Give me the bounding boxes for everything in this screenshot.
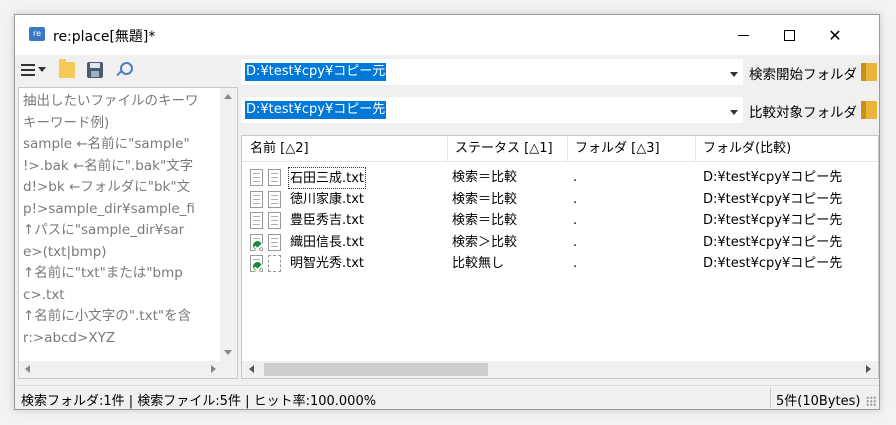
- file-name: 石田三成.txt: [288, 167, 367, 189]
- search-folder-button[interactable]: 検索開始フォルダ: [749, 63, 857, 83]
- file-compare-folder: D:¥test¥cpy¥コピー先: [703, 234, 843, 250]
- file-folder: .: [573, 234, 578, 250]
- hamburger-menu-icon[interactable]: [21, 64, 35, 82]
- status-summary: 検索フォルダ:1件 | 検索ファイル:5件 | ヒット率:100.000%: [21, 394, 377, 409]
- file-compare-folder: D:¥test¥cpy¥コピー先: [703, 191, 843, 207]
- file-compare-folder: D:¥test¥cpy¥コピー先: [703, 170, 843, 185]
- keyword-line: p!>sample_dir¥sample_fi: [23, 200, 195, 217]
- keyword-line: sample ←名前に"sample": [23, 136, 190, 152]
- table-row[interactable]: 織田信長.txt 検索＞比較. D:¥test¥cpy¥コピー先: [242, 232, 878, 254]
- keyword-editor[interactable]: 抽出したいファイルのキーワ キーワード例) sample ←名前に"sample"!…: [18, 87, 238, 379]
- compare-folder-button[interactable]: 比較対象フォルダ: [749, 101, 857, 121]
- keyword-line: キーワード例): [23, 114, 110, 131]
- scroll-corner: [220, 361, 237, 378]
- chevron-down-icon[interactable]: [730, 110, 738, 115]
- file-icon: [250, 212, 286, 230]
- column-header-compare-folder[interactable]: フォルダ(比較): [695, 136, 878, 162]
- compare-path-combobox[interactable]: D:¥test¥cpy¥コピー先: [241, 97, 743, 123]
- app-icon: re: [29, 27, 45, 41]
- left-toolbar: [15, 55, 235, 85]
- file-icon: [250, 190, 286, 209]
- folder-browse-icon[interactable]: [861, 63, 877, 81]
- file-name: 徳川家康.txt: [290, 191, 365, 207]
- keyword-line: e>(txt|bmp): [23, 243, 107, 260]
- save-icon[interactable]: [87, 62, 103, 78]
- maximize-button[interactable]: [766, 15, 812, 55]
- check-badge-icon: [252, 239, 263, 251]
- minimize-icon: [737, 34, 749, 36]
- minimize-button[interactable]: [720, 15, 766, 55]
- folder-browse-icon[interactable]: [861, 101, 877, 119]
- title-bar: re re:place[無題]* ✕: [15, 15, 879, 55]
- vertical-scrollbar[interactable]: [220, 88, 237, 361]
- table-row[interactable]: 明智光秀.txt 比較無し. D:¥test¥cpy¥コピー先: [242, 253, 878, 275]
- scroll-right-icon[interactable]: [866, 365, 871, 373]
- keyword-lines: 抽出したいファイルのキーワ キーワード例) sample ←名前に"sample"!…: [23, 91, 213, 349]
- keyword-line: ↑名前に小文字の".txt"を含: [23, 308, 192, 324]
- scrollbar-thumb[interactable]: [264, 363, 488, 376]
- table-row[interactable]: 徳川家康.txt 検索＝比較. D:¥test¥cpy¥コピー先: [242, 189, 878, 211]
- app-window: re re:place[無題]* ✕ 抽出したいファイルのキーワ キーワード例) s…: [14, 14, 880, 410]
- search-path-combobox[interactable]: D:¥test¥cpy¥コピー元: [241, 59, 743, 85]
- file-name: 明智光秀.txt: [290, 256, 365, 271]
- table-row[interactable]: 石田三成.txt 検索＝比較. D:¥test¥cpy¥コピー先: [242, 167, 878, 189]
- compare-path-row: D:¥test¥cpy¥コピー先 比較対象フォルダ: [241, 95, 881, 125]
- file-icon: [250, 233, 286, 252]
- folder-icon[interactable]: [59, 59, 75, 78]
- chevron-down-icon[interactable]: [730, 72, 738, 77]
- keyword-line: 抽出したいファイルのキーワ: [23, 93, 199, 109]
- menu-dropdown-icon[interactable]: [38, 67, 46, 72]
- column-header-folder[interactable]: フォルダ [△3]: [567, 136, 695, 162]
- keyword-line: ↑名前に"txt"または"bmp: [23, 265, 183, 281]
- list-header: 名前 [△2] ステータス [△1] フォルダ [△3] フォルダ(比較): [242, 136, 878, 162]
- file-status: 検索＝比較: [452, 191, 518, 207]
- file-icon: [250, 169, 286, 187]
- search-path-row: D:¥test¥cpy¥コピー元 検索開始フォルダ: [241, 57, 881, 87]
- horizontal-scrollbar[interactable]: [19, 361, 222, 378]
- keyword-line: c>.txt: [23, 286, 65, 303]
- file-folder: .: [573, 213, 578, 228]
- file-name: 織田信長.txt: [290, 234, 365, 250]
- search-path-value[interactable]: D:¥test¥cpy¥コピー元: [245, 63, 387, 81]
- check-badge-icon: [252, 261, 263, 272]
- window-title: re:place[無題]*: [53, 29, 156, 45]
- file-list[interactable]: 名前 [△2] ステータス [△1] フォルダ [△3] フォルダ(比較) 石田…: [241, 135, 879, 379]
- file-status: 検索＝比較: [452, 170, 518, 185]
- file-folder: .: [573, 191, 578, 207]
- status-size: 5件(10Bytes): [776, 394, 861, 409]
- file-folder: .: [573, 170, 578, 185]
- compare-path-value[interactable]: D:¥test¥cpy¥コピー先: [245, 101, 387, 119]
- keyword-line: d!>bk ←フォルダに"bk"文: [23, 179, 191, 195]
- keyword-line: !>.bak ←名前に".bak"文字: [23, 157, 194, 174]
- table-row[interactable]: 豊臣秀吉.txt 検索＝比較. D:¥test¥cpy¥コピー先: [242, 210, 878, 232]
- close-button[interactable]: ✕: [812, 15, 858, 55]
- file-status: 検索＞比較: [452, 234, 518, 250]
- column-header-status[interactable]: ステータス [△1]: [447, 136, 567, 162]
- scroll-left-icon[interactable]: [249, 365, 254, 373]
- status-bar: 検索フォルダ:1件 | 検索ファイル:5件 | ヒット率:100.000% 5件…: [15, 385, 879, 409]
- scroll-left-icon[interactable]: [25, 365, 30, 373]
- scroll-right-icon[interactable]: [211, 365, 216, 373]
- file-folder: .: [573, 256, 578, 271]
- file-status: 比較無し: [452, 256, 505, 271]
- maximize-icon: [783, 29, 795, 41]
- file-name: 豊臣秀吉.txt: [290, 213, 365, 228]
- file-compare-folder: D:¥test¥cpy¥コピー先: [703, 256, 843, 271]
- keyword-line: ↑パスに"sample_dir¥sar: [23, 222, 185, 238]
- file-compare-folder: D:¥test¥cpy¥コピー先: [703, 213, 843, 228]
- close-icon: ✕: [828, 25, 842, 45]
- file-icon: [250, 255, 286, 273]
- scroll-down-icon[interactable]: [224, 350, 232, 355]
- search-icon[interactable]: [114, 61, 133, 79]
- keyword-line: r:>abcd>XYZ: [23, 329, 116, 346]
- list-horizontal-scrollbar[interactable]: [242, 361, 878, 378]
- scroll-up-icon[interactable]: [224, 94, 232, 99]
- file-status: 検索＝比較: [452, 213, 518, 228]
- column-header-name[interactable]: 名前 [△2]: [242, 136, 447, 162]
- resize-grip-icon[interactable]: [866, 396, 876, 406]
